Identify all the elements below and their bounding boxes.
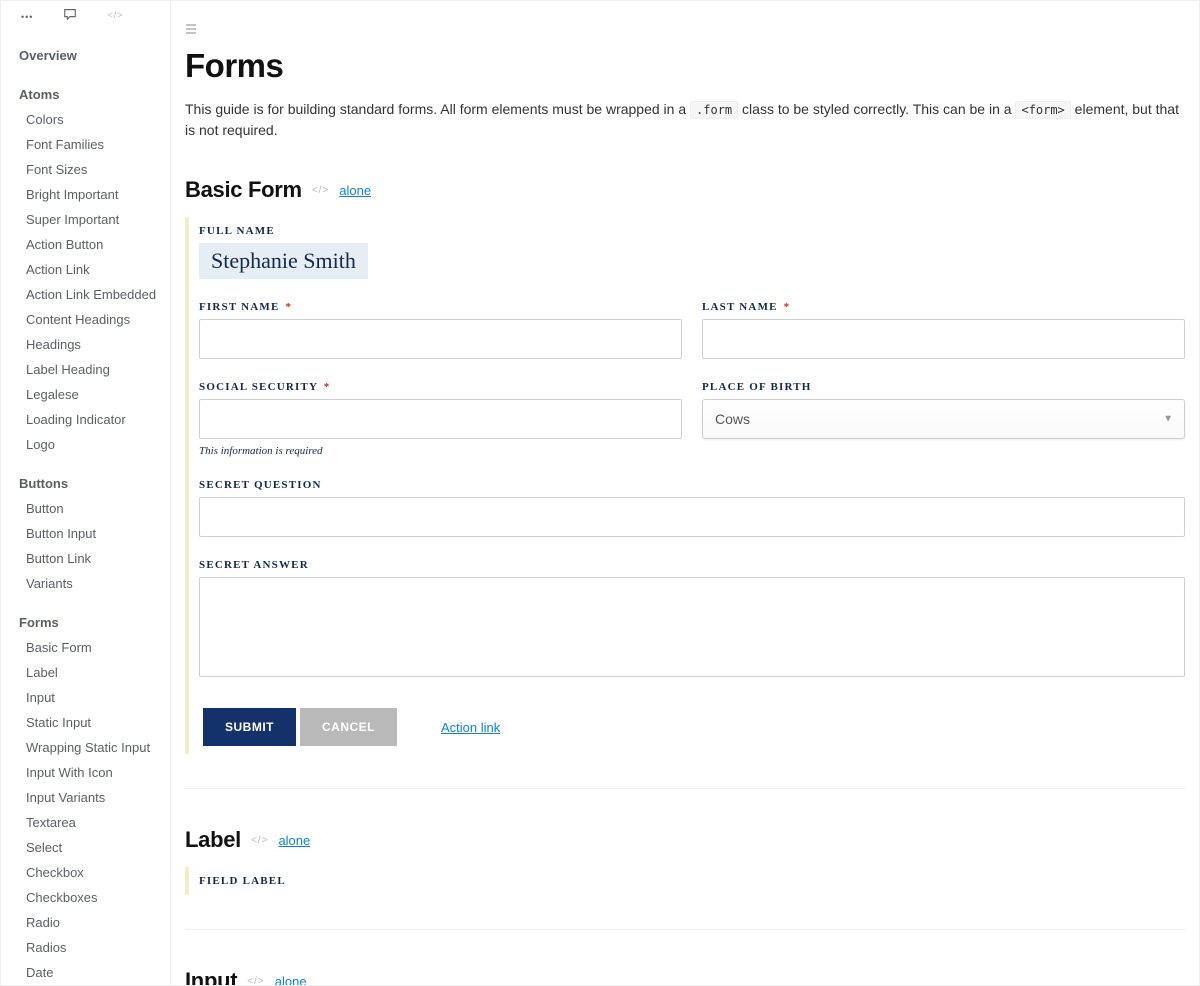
hamburger-icon[interactable] — [185, 22, 197, 38]
label-ssn: SOCIAL SECURITY * — [199, 381, 682, 393]
input-secret-question[interactable] — [199, 497, 1185, 537]
page-title: Forms — [185, 47, 1185, 85]
sidebar-item-action-button[interactable]: Action Button — [1, 232, 170, 257]
static-full-name: Stephanie Smith — [199, 243, 368, 279]
divider — [185, 929, 1185, 930]
sidebar-item-colors[interactable]: Colors — [1, 107, 170, 132]
section-header-label: Label </> alone — [185, 827, 1185, 853]
main-toolbar — [185, 21, 1185, 39]
alone-link-label[interactable]: alone — [278, 833, 310, 848]
form-action-link[interactable]: Action link — [441, 720, 500, 735]
sidebar-item-button-link[interactable]: Button Link — [1, 546, 170, 571]
sidebar-section-buttons[interactable]: Buttons — [1, 471, 170, 496]
sidebar-item-legalese[interactable]: Legalese — [1, 382, 170, 407]
code-toggle-icon[interactable]: </> — [312, 185, 329, 196]
input-first-name[interactable] — [199, 319, 682, 359]
sidebar-item-textarea[interactable]: Textarea — [1, 810, 170, 835]
sidebar-item-font-families[interactable]: Font Families — [1, 132, 170, 157]
code-icon[interactable]: </> — [107, 10, 123, 20]
sidebar-item-bright-important[interactable]: Bright Important — [1, 182, 170, 207]
sidebar-item-button-input[interactable]: Button Input — [1, 521, 170, 546]
note-ssn-required: This information is required — [199, 445, 682, 457]
sidebar-item-static-input[interactable]: Static Input — [1, 710, 170, 735]
ellipsis-icon[interactable] — [21, 7, 33, 23]
label-example: FIELD LABEL — [185, 867, 1185, 895]
divider — [185, 788, 1185, 789]
sidebar-item-content-headings[interactable]: Content Headings — [1, 307, 170, 332]
sidebar: </> Overview Atoms Colors Font Families … — [1, 1, 171, 985]
cancel-button[interactable]: Cancel — [300, 708, 397, 746]
alone-link-input[interactable]: alone — [275, 974, 307, 986]
sidebar-section-atoms[interactable]: Atoms — [1, 82, 170, 107]
sidebar-item-basic-form[interactable]: Basic Form — [1, 635, 170, 660]
sidebar-item-checkbox[interactable]: Checkbox — [1, 860, 170, 885]
page-intro: This guide is for building standard form… — [185, 99, 1185, 141]
sidebar-item-super-important[interactable]: Super Important — [1, 207, 170, 232]
textarea-secret-answer[interactable] — [199, 577, 1185, 677]
sidebar-item-action-link-embedded[interactable]: Action Link Embedded — [1, 282, 170, 307]
sidebar-item-input-with-icon[interactable]: Input With Icon — [1, 760, 170, 785]
sidebar-item-radio[interactable]: Radio — [1, 910, 170, 935]
sidebar-item-logo[interactable]: Logo — [1, 432, 170, 457]
submit-button[interactable]: Submit — [203, 708, 296, 746]
section-header-input: Input </> alone — [185, 968, 1185, 985]
code-form-element: <form> — [1015, 101, 1070, 119]
comment-icon[interactable] — [63, 7, 77, 24]
section-title-basic-form: Basic Form — [185, 177, 302, 203]
sidebar-section-forms[interactable]: Forms — [1, 610, 170, 635]
sidebar-item-label[interactable]: Label — [1, 660, 170, 685]
code-form-class: .form — [690, 101, 738, 119]
sidebar-item-input[interactable]: Input — [1, 685, 170, 710]
label-first-name: FIRST NAME * — [199, 301, 682, 313]
label-place-of-birth: PLACE OF BIRTH — [702, 381, 1185, 393]
label-field-label: FIELD LABEL — [199, 875, 1185, 887]
sidebar-item-select[interactable]: Select — [1, 835, 170, 860]
sidebar-item-button[interactable]: Button — [1, 496, 170, 521]
section-title-input: Input — [185, 968, 237, 985]
sidebar-overview[interactable]: Overview — [1, 43, 170, 68]
sidebar-toolbar: </> — [1, 1, 170, 29]
sidebar-item-action-link[interactable]: Action Link — [1, 257, 170, 282]
main-content: Forms This guide is for building standar… — [171, 1, 1199, 985]
section-header-basic-form: Basic Form </> alone — [185, 177, 1185, 203]
sidebar-item-label-heading[interactable]: Label Heading — [1, 357, 170, 382]
sidebar-item-variants[interactable]: Variants — [1, 571, 170, 596]
input-last-name[interactable] — [702, 319, 1185, 359]
input-ssn[interactable] — [199, 399, 682, 439]
label-secret-answer: SECRET ANSWER — [199, 559, 1185, 571]
code-toggle-icon[interactable]: </> — [251, 835, 268, 846]
sidebar-item-wrapping-static-input[interactable]: Wrapping Static Input — [1, 735, 170, 760]
sidebar-item-input-variants[interactable]: Input Variants — [1, 785, 170, 810]
sidebar-item-radios[interactable]: Radios — [1, 935, 170, 960]
sidebar-item-loading-indicator[interactable]: Loading Indicator — [1, 407, 170, 432]
button-row: Submit Cancel Action link — [203, 708, 1185, 746]
section-title-label: Label — [185, 827, 241, 853]
label-secret-question: SECRET QUESTION — [199, 479, 1185, 491]
sidebar-item-headings[interactable]: Headings — [1, 332, 170, 357]
label-last-name: LAST NAME * — [702, 301, 1185, 313]
sidebar-item-checkboxes[interactable]: Checkboxes — [1, 885, 170, 910]
code-toggle-icon[interactable]: </> — [247, 976, 264, 986]
label-full-name: FULL NAME — [199, 225, 1185, 237]
sidebar-item-date[interactable]: Date — [1, 960, 170, 985]
alone-link-basic-form[interactable]: alone — [339, 183, 371, 198]
sidebar-item-font-sizes[interactable]: Font Sizes — [1, 157, 170, 182]
select-place-of-birth[interactable]: Cows — [702, 399, 1185, 439]
basic-form-example: FULL NAME Stephanie Smith FIRST NAME * L… — [185, 217, 1185, 754]
